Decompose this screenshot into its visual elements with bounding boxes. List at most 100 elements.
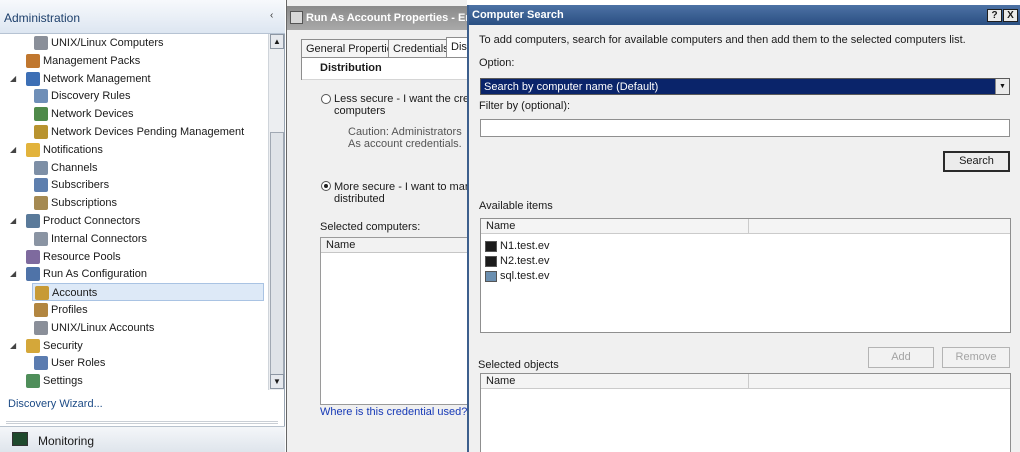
more-secure-radio[interactable] <box>321 181 331 191</box>
sidebar-item-network-devices[interactable]: Network Devices <box>32 105 264 123</box>
sidebar-item-network-management[interactable]: ◢ Network Management <box>10 70 264 88</box>
sidebar-item-subscribers[interactable]: Subscribers <box>32 176 264 194</box>
section-title: Distribution <box>320 62 382 74</box>
selected-column-header: Name <box>481 374 1010 389</box>
user-roles-icon <box>34 356 48 371</box>
sidebar-item-product-connectors[interactable]: ◢ Product Connectors <box>10 212 264 230</box>
list-item-label: sql.test.ev <box>500 270 550 282</box>
sidebar-item-accounts[interactable]: Accounts <box>32 283 264 302</box>
expand-toggle-icon[interactable]: ◢ <box>10 265 18 283</box>
sidebar-item-channels[interactable]: Channels <box>32 159 264 177</box>
option-select[interactable]: Search by computer name (Default) ▼ <box>480 78 1010 95</box>
available-items-list[interactable]: Name N1.test.ev N2.test.ev sql.test.ev <box>480 218 1011 333</box>
sidebar-item-unix-linux-computers[interactable]: UNIX/Linux Computers <box>32 34 264 52</box>
close-button[interactable]: X <box>1003 9 1018 22</box>
sidebar-item-label: Network Devices Pending Management <box>51 126 245 138</box>
network-devices-icon <box>34 107 48 122</box>
dialog-title: Computer Search <box>472 9 564 21</box>
tree-scrollbar[interactable]: ▲ ▼ <box>268 34 284 390</box>
sidebar-item-unix-linux-accounts[interactable]: UNIX/Linux Accounts <box>32 319 264 337</box>
nav-header: Administration ‹ <box>0 0 285 34</box>
security-icon <box>26 338 40 353</box>
sidebar-item-label: Management Packs <box>43 54 141 67</box>
run-as-account-properties-dialog: Run As Account Properties - Ent General … <box>286 0 483 452</box>
available-name-column[interactable]: Name <box>481 219 749 234</box>
scroll-down-icon[interactable]: ▼ <box>270 374 284 389</box>
sidebar-item-label: Discovery Rules <box>51 90 131 103</box>
sidebar-item-management-packs[interactable]: Management Packs <box>24 52 264 70</box>
sidebar-item-label: Network Devices <box>51 108 134 121</box>
filter-input[interactable] <box>480 119 1010 137</box>
sidebar-item-label: Security <box>43 339 83 352</box>
server-icon <box>485 241 497 252</box>
option-label: Option: <box>479 57 515 69</box>
caution-line-2: As account credentials. <box>348 138 462 150</box>
more-secure-label-1: More secure - I want to manua <box>334 181 484 193</box>
search-button[interactable]: Search <box>943 151 1010 172</box>
monitoring-label: Monitoring <box>38 434 95 448</box>
selected-objects-list[interactable]: Name <box>480 373 1011 452</box>
sidebar-item-label: UNIX/Linux Accounts <box>51 321 155 334</box>
selected-name-column[interactable]: Name <box>481 374 749 389</box>
list-item-label: N2.test.ev <box>500 255 550 267</box>
channels-icon <box>34 160 48 175</box>
server-icon <box>485 256 497 267</box>
props-title: Run As Account Properties - Ent <box>306 12 476 24</box>
sidebar-item-label: Resource Pools <box>43 250 121 263</box>
monitoring-wunderbar-button[interactable]: Monitoring <box>0 426 285 452</box>
scroll-thumb[interactable] <box>270 132 284 388</box>
selected-objects-label: Selected objects <box>478 359 559 371</box>
discovery-wizard-link[interactable]: Discovery Wizard... <box>8 398 103 410</box>
navigation-pane: Administration ‹ UNIX/Linux Computers Man… <box>0 0 285 452</box>
sidebar-item-resource-pools[interactable]: Resource Pools <box>24 248 264 266</box>
available-column-header: Name <box>481 219 1010 234</box>
nav-splitter[interactable] <box>6 421 278 424</box>
where-used-link[interactable]: Where is this credential used? <box>320 406 467 418</box>
monitoring-icon <box>12 432 28 446</box>
management-packs-icon <box>26 53 40 68</box>
expand-toggle-icon[interactable]: ◢ <box>10 212 18 230</box>
sidebar-item-subscriptions[interactable]: Subscriptions <box>32 194 264 212</box>
notifications-icon <box>26 142 40 157</box>
tab-credentials[interactable]: Credentials <box>388 39 454 58</box>
network-management-icon <box>26 71 40 86</box>
accounts-icon <box>35 286 49 301</box>
navigation-tree: UNIX/Linux Computers Management Packs ◢ Net… <box>0 34 268 390</box>
sidebar-item-label: UNIX/Linux Computers <box>51 37 164 49</box>
add-button[interactable]: Add <box>868 347 934 368</box>
more-secure-label-2: distributed <box>334 193 385 205</box>
remove-button[interactable]: Remove <box>942 347 1010 368</box>
help-button[interactable]: ? <box>987 9 1002 22</box>
sidebar-item-run-as-configuration[interactable]: ◢ Run As Configuration <box>10 265 264 283</box>
sidebar-item-label: Profiles <box>51 304 88 316</box>
dialog-app-icon <box>290 11 303 24</box>
sidebar-item-user-roles[interactable]: User Roles <box>32 354 264 372</box>
less-secure-radio[interactable] <box>321 94 331 104</box>
scroll-up-icon[interactable]: ▲ <box>270 34 284 49</box>
dialog-title-bar: Computer Search ? X <box>469 5 1020 25</box>
expand-toggle-icon[interactable]: ◢ <box>10 141 18 159</box>
name-column-header[interactable]: Name <box>321 238 469 253</box>
internal-connectors-icon <box>34 231 48 246</box>
settings-icon <box>26 374 40 389</box>
sidebar-item-label: Channels <box>51 161 98 174</box>
sidebar-item-discovery-rules[interactable]: Discovery Rules <box>32 87 264 105</box>
sidebar-item-label: Run As Configuration <box>43 268 147 281</box>
expand-toggle-icon[interactable]: ◢ <box>10 70 18 88</box>
sidebar-item-label: Accounts <box>52 287 98 300</box>
collapse-pane-icon[interactable]: ‹ <box>270 10 273 21</box>
sidebar-item-security[interactable]: ◢ Security <box>10 337 264 355</box>
sidebar-item-notifications[interactable]: ◢ Notifications <box>10 141 264 159</box>
sidebar-item-profiles[interactable]: Profiles <box>32 301 264 319</box>
instructions-text: To add computers, search for available c… <box>479 34 966 46</box>
props-title-bar: Run As Account Properties - Ent <box>287 6 476 30</box>
sidebar-item-settings[interactable]: Settings <box>24 372 264 390</box>
sidebar-item-internal-connectors[interactable]: Internal Connectors <box>32 230 264 248</box>
expand-toggle-icon[interactable]: ◢ <box>10 337 18 355</box>
discovery-rules-icon <box>34 89 48 104</box>
selected-computers-list[interactable]: Name <box>320 237 469 405</box>
distribution-body: Less secure - I want the crede computers… <box>301 80 483 452</box>
sidebar-item-network-devices-pending-management[interactable]: Network Devices Pending Management <box>32 123 264 141</box>
pending-devices-icon <box>34 125 48 139</box>
chevron-down-icon[interactable]: ▼ <box>995 79 1009 94</box>
